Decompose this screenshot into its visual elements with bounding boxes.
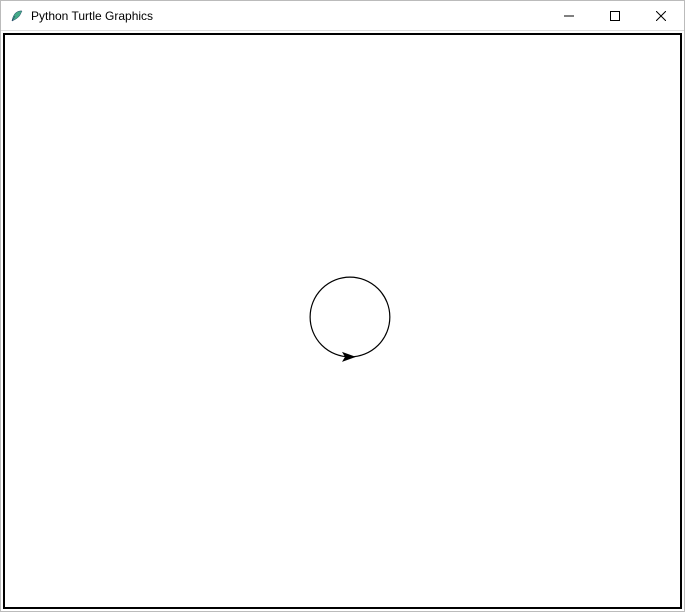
- canvas-frame: [3, 33, 682, 609]
- minimize-button[interactable]: [546, 1, 592, 30]
- application-window: Python Turtle Graphics: [0, 0, 685, 612]
- turtle-canvas: [5, 35, 680, 607]
- close-button[interactable]: [638, 1, 684, 30]
- minimize-icon: [564, 11, 574, 21]
- maximize-button[interactable]: [592, 1, 638, 30]
- feather-icon: [9, 8, 25, 24]
- maximize-icon: [610, 11, 620, 21]
- titlebar[interactable]: Python Turtle Graphics: [1, 1, 684, 31]
- window-controls: [546, 1, 684, 30]
- close-icon: [656, 11, 666, 21]
- drawn-circle: [310, 277, 390, 357]
- window-title: Python Turtle Graphics: [31, 9, 546, 23]
